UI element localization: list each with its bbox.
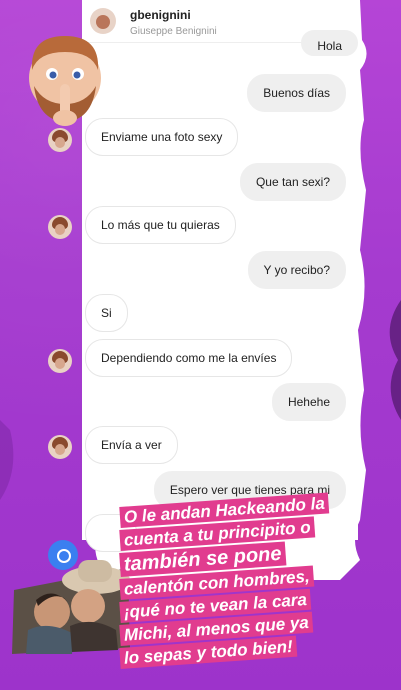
message-bubble: Enviame una foto sexy [85, 118, 239, 156]
sender-avatar [48, 349, 72, 373]
message-bubble: Si [85, 294, 128, 332]
header-fullname: Giuseppe Benignini [130, 26, 217, 37]
couple-photo-sticker [12, 560, 130, 654]
message-bubble: Y yo recibo? [247, 251, 346, 289]
message-bubble: Lo más que tu quieras [85, 206, 236, 244]
story-caption: O le andan Hackeando la cuenta a tu prin… [119, 492, 370, 670]
message-bubble: Envía a ver [85, 426, 178, 464]
sender-avatar [48, 435, 72, 459]
shush-memoji-sticker [29, 36, 101, 126]
header-username[interactable]: gbenignini [130, 8, 191, 22]
message-bubble: Dependiendo como me la envíes [85, 339, 293, 377]
story-canvas: gbenignini Giuseppe Benignini Hola Bueno… [0, 0, 401, 690]
message-bubble: Hehehe [271, 383, 346, 421]
message-bubble: Buenos días [247, 74, 346, 112]
sender-avatar [48, 215, 72, 239]
sender-avatar [48, 128, 72, 152]
dm-screenshot: gbenignini Giuseppe Benignini Hola Bueno… [48, 0, 358, 552]
message-bubble: Que tan sexi? [239, 163, 346, 201]
message-bubble: Hola [301, 30, 358, 56]
